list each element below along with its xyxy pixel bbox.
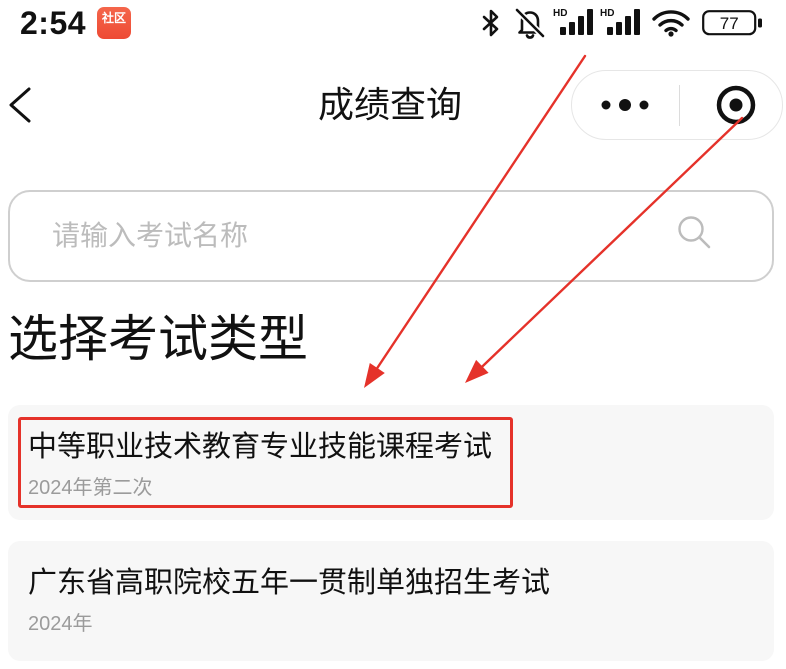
battery-icon: 77: [702, 10, 762, 36]
signal-hd-label: HD: [600, 8, 614, 19]
close-mini-program-button[interactable]: [680, 71, 782, 139]
muted-bell-icon: [514, 7, 546, 39]
exam-type-item[interactable]: 广东省高职院校五年一贯制单独招生考试 2024年: [8, 541, 774, 661]
wifi-icon: [652, 10, 690, 37]
bluetooth-icon: [482, 9, 499, 37]
section-title: 选择考试类型: [8, 311, 308, 367]
app-notification-icon: 社区: [97, 7, 131, 39]
status-time: 2:54: [20, 5, 87, 41]
annotation-arrowhead: [465, 359, 489, 383]
signal-hd-icon: HD: [553, 8, 593, 35]
signal-hd-label: HD: [553, 8, 567, 19]
status-bar: 2:54 社区 HD HD 77: [0, 0, 786, 50]
annotation-arrowhead: [364, 363, 385, 388]
more-dots-icon: [601, 99, 649, 111]
search-input[interactable]: [52, 192, 652, 280]
search-icon[interactable]: [676, 214, 714, 252]
signal-hd-icon: HD: [600, 8, 640, 35]
app-icon-label: 社区: [101, 11, 126, 25]
more-menu-button[interactable]: [572, 71, 679, 139]
target-circle-icon: [716, 85, 756, 125]
exam-type-item[interactable]: 中等职业技术教育专业技能课程考试 2024年第二次: [8, 405, 774, 520]
exam-type-name: 广东省高职院校五年一贯制单独招生考试: [28, 567, 551, 599]
mini-program-capsule: [571, 70, 783, 140]
exam-type-session: 2024年: [28, 613, 93, 635]
search-box: [8, 190, 774, 282]
annotation-highlight-box: [18, 417, 513, 508]
battery-level: 77: [720, 14, 739, 33]
